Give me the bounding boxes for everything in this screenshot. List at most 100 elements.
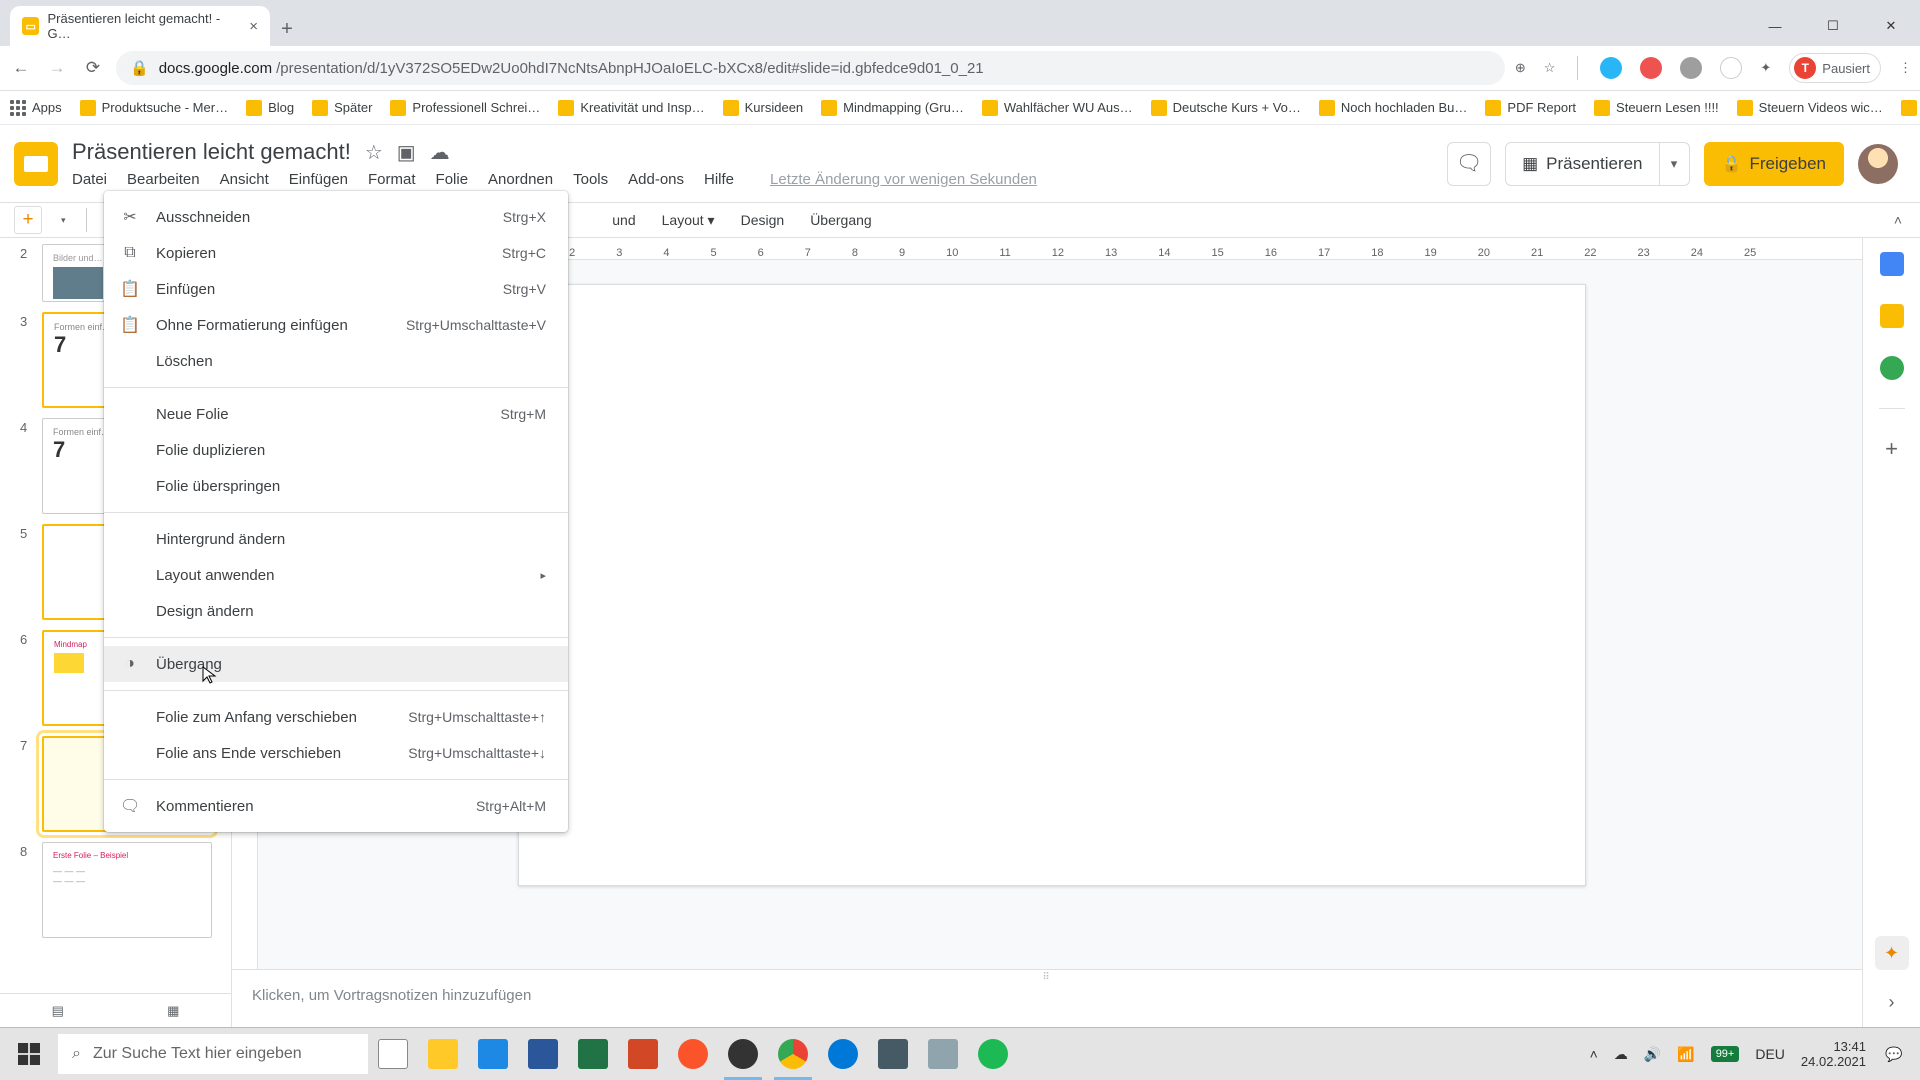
bookmark-item[interactable]: Noch hochladen Bu… xyxy=(1319,100,1467,116)
ctx-folie-überspringen[interactable]: Folie überspringen xyxy=(104,468,568,504)
ctx-folie-duplizieren[interactable]: Folie duplizieren xyxy=(104,432,568,468)
speaker-notes[interactable]: Klicken, um Vortragsnotizen hinzuzufügen xyxy=(232,969,1862,1027)
bookmark-item[interactable]: Blog xyxy=(246,100,294,116)
slide-thumb[interactable]: Erste Folie – Beispiel— — —— — — xyxy=(42,842,212,938)
account-avatar[interactable] xyxy=(1858,144,1898,184)
nav-back-icon[interactable]: ← xyxy=(8,55,34,81)
menu-add-ons[interactable]: Add-ons xyxy=(628,171,684,188)
browser-tab[interactable]: ▭ Präsentieren leicht gemacht! - G… × xyxy=(10,6,270,46)
chrome-menu-icon[interactable]: ⋮ xyxy=(1899,60,1912,76)
menu-datei[interactable]: Datei xyxy=(72,171,107,188)
tab-close-icon[interactable]: × xyxy=(249,18,258,35)
open-comments-button[interactable]: 🗨 xyxy=(1447,142,1491,186)
new-slide-dropdown[interactable] xyxy=(52,211,72,230)
menu-folie[interactable]: Folie xyxy=(436,171,469,188)
menu-bearbeiten[interactable]: Bearbeiten xyxy=(127,171,200,188)
wifi-icon[interactable]: 📶 xyxy=(1677,1046,1694,1063)
menu-format[interactable]: Format xyxy=(368,171,416,188)
app-icon[interactable] xyxy=(918,1028,968,1080)
mail-icon[interactable] xyxy=(468,1028,518,1080)
bookmark-item[interactable]: Steuern Videos wic… xyxy=(1737,100,1883,116)
bookmark-item[interactable]: Kreativität und Insp… xyxy=(558,100,704,116)
tasks-icon[interactable] xyxy=(1880,356,1904,380)
url-field[interactable]: 🔒 docs.google.com/presentation/d/1yV372S… xyxy=(116,51,1505,85)
obs-icon[interactable] xyxy=(718,1028,768,1080)
extension-icon[interactable] xyxy=(1640,57,1662,79)
new-tab-button[interactable]: + xyxy=(270,12,304,46)
action-center-icon[interactable]: 💬 xyxy=(1882,1042,1906,1066)
tray-expand-icon[interactable]: ˄ xyxy=(1590,1046,1598,1062)
show-side-panel-icon[interactable]: › xyxy=(1889,992,1895,1013)
ctx-kopieren[interactable]: ⧉KopierenStrg+C xyxy=(104,235,568,271)
bookmark-item[interactable]: PDF Report xyxy=(1485,100,1576,116)
onedrive-icon[interactable]: ☁ xyxy=(1614,1046,1628,1063)
taskbar-clock[interactable]: 13:41 24.02.2021 xyxy=(1801,1039,1866,1069)
ctx-übergang[interactable]: ◑Übergang xyxy=(104,646,568,682)
toolbar-design-button[interactable]: Design xyxy=(733,208,793,232)
ctx-hintergrund-ändern[interactable]: Hintergrund ändern xyxy=(104,521,568,557)
share-button[interactable]: 🔒 Freigeben xyxy=(1704,142,1844,186)
last-edit-hint[interactable]: Letzte Änderung vor wenigen Sekunden xyxy=(770,171,1037,188)
extension-icon[interactable] xyxy=(1600,57,1622,79)
bookmark-item[interactable]: Mindmapping (Gru… xyxy=(821,100,964,116)
menu-anordnen[interactable]: Anordnen xyxy=(488,171,553,188)
bookmark-item[interactable]: Wahlfächer WU Aus… xyxy=(982,100,1133,116)
bookmark-item[interactable]: Deutsche Kurs + Vo… xyxy=(1151,100,1301,116)
slides-logo-icon[interactable] xyxy=(14,142,58,186)
filmstrip-view-icon[interactable]: ▤ xyxy=(52,1003,64,1019)
zoom-icon[interactable]: ⊕ xyxy=(1515,60,1526,76)
ctx-layout-anwenden[interactable]: Layout anwenden▸ xyxy=(104,557,568,593)
doc-title[interactable]: Präsentieren leicht gemacht! xyxy=(72,139,351,165)
toolbar-background-label[interactable]: und xyxy=(604,208,643,232)
ctx-design-ändern[interactable]: Design ändern xyxy=(104,593,568,629)
present-dropdown[interactable]: ▾ xyxy=(1659,143,1689,185)
excel-icon[interactable] xyxy=(568,1028,618,1080)
ctx-ohne-formatierung-einfügen[interactable]: 📋Ohne Formatierung einfügenStrg+Umschalt… xyxy=(104,307,568,343)
bookmark-item[interactable]: Produktsuche - Mer… xyxy=(80,100,228,116)
bookmark-item[interactable]: Büro xyxy=(1901,100,1920,116)
toolbar-layout-button[interactable]: Layout ▾ xyxy=(654,208,723,233)
chrome-icon[interactable] xyxy=(768,1028,818,1080)
ctx-neue-folie[interactable]: Neue FolieStrg+M xyxy=(104,396,568,432)
menu-hilfe[interactable]: Hilfe xyxy=(704,171,734,188)
extensions-menu-icon[interactable]: ✦ xyxy=(1760,60,1771,76)
star-icon[interactable]: ☆ xyxy=(365,140,383,165)
star-bookmark-icon[interactable]: ☆ xyxy=(1544,60,1556,76)
menu-ansicht[interactable]: Ansicht xyxy=(220,171,269,188)
task-view-icon[interactable] xyxy=(368,1028,418,1080)
menu-tools[interactable]: Tools xyxy=(573,171,608,188)
window-minimize-icon[interactable]: — xyxy=(1746,6,1804,46)
file-explorer-icon[interactable] xyxy=(418,1028,468,1080)
explore-button[interactable]: ✦ xyxy=(1875,936,1909,970)
bookmark-item[interactable]: Später xyxy=(312,100,372,116)
collapse-toolbar-icon[interactable]: ˄ xyxy=(1894,212,1902,228)
extension-icon[interactable] xyxy=(1720,57,1742,79)
ctx-ausschneiden[interactable]: ✂AusschneidenStrg+X xyxy=(104,199,568,235)
bookmark-item[interactable]: Professionell Schrei… xyxy=(390,100,540,116)
edge-icon[interactable] xyxy=(818,1028,868,1080)
new-slide-button[interactable]: + xyxy=(14,206,42,234)
grid-view-icon[interactable]: ▦ xyxy=(167,1003,179,1019)
profile-paused-chip[interactable]: T Pausiert xyxy=(1789,53,1881,83)
menu-einfügen[interactable]: Einfügen xyxy=(289,171,348,188)
nav-reload-icon[interactable]: ⟳ xyxy=(80,55,106,81)
app-icon[interactable] xyxy=(868,1028,918,1080)
window-close-icon[interactable]: ✕ xyxy=(1862,6,1920,46)
powerpoint-icon[interactable] xyxy=(618,1028,668,1080)
present-button[interactable]: ▦Präsentieren ▾ xyxy=(1505,142,1689,186)
ctx-folie-ans-ende-verschieben[interactable]: Folie ans Ende verschiebenStrg+Umschaltt… xyxy=(104,735,568,771)
ctx-folie-zum-anfang-verschieben[interactable]: Folie zum Anfang verschiebenStrg+Umschal… xyxy=(104,699,568,735)
brave-icon[interactable] xyxy=(668,1028,718,1080)
volume-icon[interactable]: 🔊 xyxy=(1644,1046,1661,1063)
move-to-folder-icon[interactable]: ▣ xyxy=(397,140,416,165)
nav-forward-icon[interactable]: → xyxy=(44,55,70,81)
bookmark-item[interactable]: Kursideen xyxy=(723,100,804,116)
tray-badge[interactable]: 99+ xyxy=(1711,1046,1740,1062)
slide-canvas[interactable] xyxy=(518,284,1586,886)
ctx-kommentieren[interactable]: 🗨KommentierenStrg+Alt+M xyxy=(104,788,568,824)
spotify-icon[interactable] xyxy=(968,1028,1018,1080)
start-button[interactable] xyxy=(0,1028,58,1080)
calendar-icon[interactable] xyxy=(1880,252,1904,276)
extension-icon[interactable] xyxy=(1680,57,1702,79)
keep-icon[interactable] xyxy=(1880,304,1904,328)
